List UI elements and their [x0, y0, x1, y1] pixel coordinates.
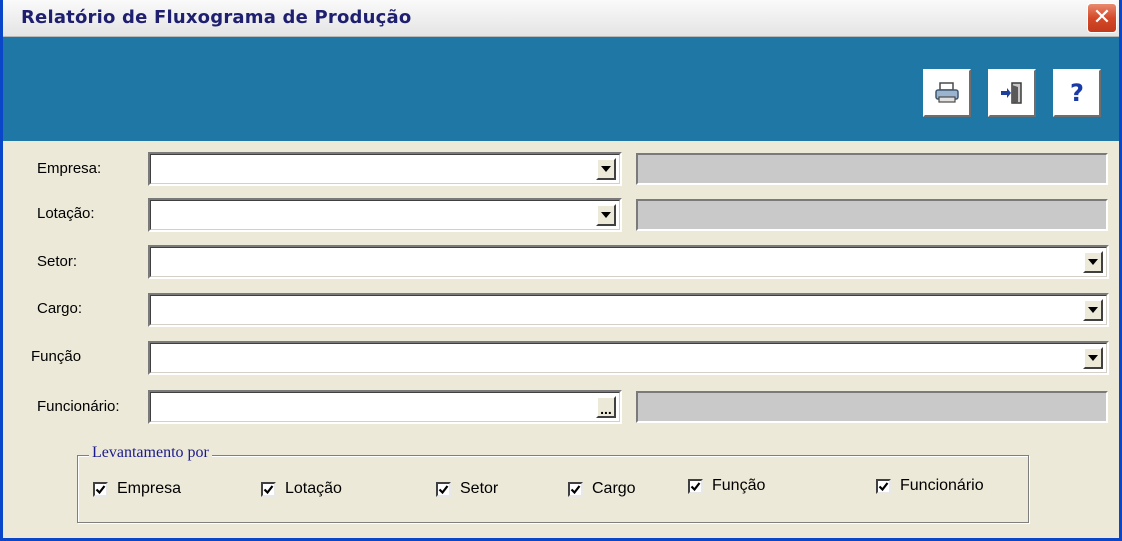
- check-icon: [878, 481, 889, 491]
- checkbox-box[interactable]: [261, 481, 276, 497]
- lotacao-label: Lotação:: [37, 205, 95, 222]
- exit-door-icon: [1001, 82, 1022, 104]
- funcionario-lookup-button[interactable]: ...: [596, 396, 616, 418]
- levantamento-legend: Levantamento por: [89, 444, 212, 462]
- checkbox-box[interactable]: [688, 478, 703, 494]
- checkbox-box[interactable]: [436, 481, 451, 497]
- chevron-down-icon: [1088, 307, 1098, 313]
- check-icon: [690, 481, 701, 491]
- checkbox-label: Funcionário: [900, 477, 984, 494]
- checkbox-label: Empresa: [117, 480, 182, 497]
- checkbox-setor[interactable]: Setor: [436, 480, 498, 498]
- funcionario-label: Funcionário:: [37, 398, 120, 415]
- report-window: Relatório de Fluxograma de Produção ✕ ? …: [0, 0, 1122, 541]
- funcao-combobox[interactable]: [148, 341, 1109, 375]
- exit-button[interactable]: [988, 69, 1036, 117]
- help-icon: ?: [1070, 79, 1084, 107]
- funcao-dropdown-button[interactable]: [1083, 347, 1103, 369]
- lotacao-description-field: [636, 199, 1108, 231]
- setor-label: Setor:: [37, 253, 78, 270]
- funcionario-field[interactable]: ...: [148, 390, 622, 424]
- checkbox-label: Setor: [460, 480, 499, 497]
- printer-icon: [935, 82, 959, 103]
- help-button[interactable]: ?: [1053, 69, 1101, 117]
- empresa-combobox[interactable]: [148, 152, 622, 186]
- funcionario-description-field: [636, 391, 1108, 423]
- funcao-label: Função: [31, 348, 82, 365]
- empresa-label: Empresa:: [37, 160, 102, 177]
- chevron-down-icon: [601, 212, 611, 218]
- window-title: Relatório de Fluxograma de Produção: [21, 7, 412, 28]
- ellipsis-icon: ...: [600, 401, 612, 417]
- check-icon: [263, 484, 274, 494]
- checkbox-label: Função: [712, 477, 766, 494]
- chevron-down-icon: [1088, 259, 1098, 265]
- print-button[interactable]: [923, 69, 971, 117]
- checkbox-box[interactable]: [93, 481, 108, 497]
- title-bar[interactable]: Relatório de Fluxograma de Produção ✕: [3, 0, 1119, 37]
- cargo-combobox[interactable]: [148, 293, 1109, 327]
- lotacao-dropdown-button[interactable]: [596, 204, 616, 226]
- empresa-dropdown-button[interactable]: [596, 158, 616, 180]
- checkbox-cargo[interactable]: Cargo: [568, 480, 636, 498]
- setor-combobox[interactable]: [148, 245, 1109, 279]
- check-icon: [95, 484, 106, 494]
- checkbox-box[interactable]: [876, 478, 891, 494]
- checkbox-empresa[interactable]: Empresa: [93, 480, 181, 498]
- checkbox-box[interactable]: [568, 481, 583, 497]
- cargo-label: Cargo:: [37, 300, 83, 317]
- chevron-down-icon: [1088, 355, 1098, 361]
- setor-dropdown-button[interactable]: [1083, 251, 1103, 273]
- empresa-description-field: [636, 153, 1108, 185]
- checkbox-label: Lotação: [285, 480, 342, 497]
- checkbox-funcao[interactable]: Função: [688, 477, 765, 495]
- checkbox-label: Cargo: [592, 480, 636, 497]
- checkbox-funcionario[interactable]: Funcionário: [876, 477, 984, 495]
- chevron-down-icon: [601, 166, 611, 172]
- checkbox-lotacao[interactable]: Lotação: [261, 480, 342, 498]
- close-button[interactable]: ✕: [1087, 3, 1117, 33]
- check-icon: [438, 484, 449, 494]
- close-icon: ✕: [1092, 5, 1112, 30]
- lotacao-combobox[interactable]: [148, 198, 622, 232]
- check-icon: [570, 484, 581, 494]
- toolbar: ?: [3, 37, 1119, 141]
- cargo-dropdown-button[interactable]: [1083, 299, 1103, 321]
